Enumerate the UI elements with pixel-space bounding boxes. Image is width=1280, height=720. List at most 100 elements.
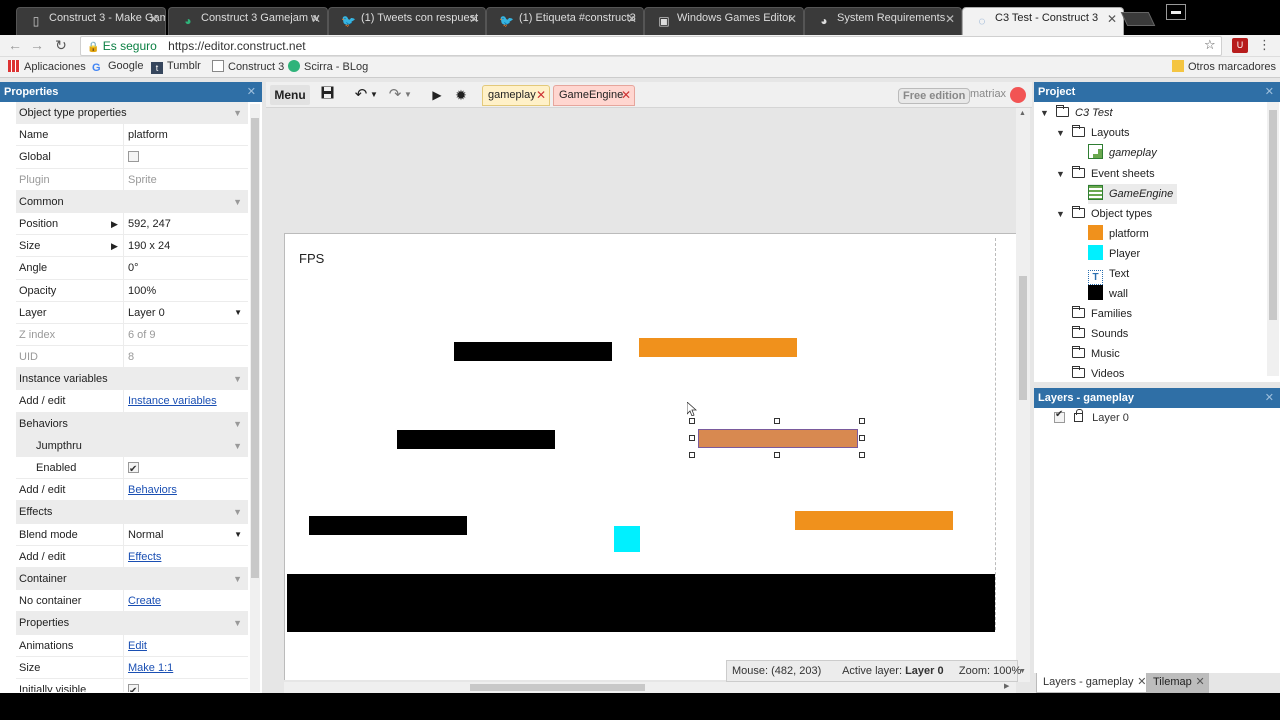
platform-object[interactable] — [795, 511, 953, 530]
wall-object[interactable] — [454, 342, 612, 361]
layout-canvas[interactable]: FPS — [284, 233, 1016, 680]
tree-item-object[interactable]: T Text — [1088, 264, 1129, 285]
fps-text-object[interactable]: FPS — [299, 251, 324, 266]
tree-folder-music[interactable]: Music — [1072, 344, 1120, 364]
collapse-chevron-icon[interactable]: ▼ — [233, 612, 242, 634]
close-icon[interactable]: ✕ — [627, 12, 637, 26]
property-row[interactable]: UID 8 — [16, 346, 248, 369]
browser-tab-active[interactable]: ◌ C3 Test - Construct 3 ✕ — [962, 7, 1124, 35]
tree-folder-videos[interactable]: Videos — [1072, 364, 1124, 378]
property-row[interactable]: Layer Layer 0 ▼ — [16, 301, 248, 324]
avatar[interactable] — [1010, 87, 1026, 103]
expand-arrow-icon[interactable]: ▼ — [1056, 164, 1065, 184]
expand-arrow-icon[interactable]: ▼ — [1040, 103, 1049, 123]
undo-icon[interactable]: ↶ — [352, 85, 370, 105]
close-icon[interactable]: ✕ — [1265, 82, 1274, 102]
property-link[interactable]: Instance variables — [128, 395, 217, 407]
property-link[interactable]: Make 1:1 — [128, 662, 173, 674]
collapse-chevron-icon[interactable]: ▼ — [233, 102, 242, 124]
resize-handle[interactable] — [859, 418, 865, 424]
browser-tab[interactable]: 🐦 (1) Tweets con respuest ✕ — [328, 7, 486, 35]
bookmark-star-icon[interactable]: ☆ — [1204, 37, 1216, 53]
property-row[interactable]: Z index 6 of 9 — [16, 323, 248, 347]
close-icon[interactable]: ✕ — [247, 82, 256, 102]
wall-object[interactable] — [397, 430, 555, 449]
property-value-cell[interactable]: Edit — [123, 634, 248, 657]
property-value-cell[interactable]: Make 1:1 — [123, 656, 248, 679]
property-row[interactable]: Angle 0° — [16, 257, 248, 280]
property-value-cell[interactable] — [123, 457, 248, 481]
tree-folder-layouts[interactable]: ▼ Layouts — [1056, 123, 1130, 143]
property-section[interactable]: Instance variables ▼ — [16, 368, 248, 391]
project-scrollbar[interactable] — [1267, 102, 1279, 376]
tree-item-object[interactable]: wall — [1088, 284, 1128, 304]
property-link[interactable]: Behaviors — [128, 484, 177, 496]
user-name[interactable]: matriax — [970, 88, 1006, 100]
property-value-cell[interactable]: Normal ▼ — [123, 523, 248, 546]
tab-tilemap[interactable]: Tilemap ✕ — [1146, 673, 1209, 693]
platform-object-selected[interactable] — [698, 429, 858, 448]
resize-handle[interactable] — [859, 435, 865, 441]
property-section[interactable]: Container ▼ — [16, 567, 248, 591]
bookmark-item[interactable]: G Google — [92, 60, 143, 74]
undo-dropdown-icon[interactable]: ▼ — [370, 85, 378, 105]
browser-tab[interactable]: ▯ Construct 3 - Make Gam ✕ — [16, 7, 166, 35]
property-value-cell[interactable]: 0° — [123, 257, 248, 280]
bookmark-item[interactable]: Scirra - BLog — [288, 60, 368, 73]
tree-folder-event-sheets[interactable]: ▼ Event sheets — [1056, 164, 1155, 184]
property-value-cell[interactable]: ▶ 592, 247 — [111, 212, 248, 235]
property-value-cell[interactable]: Layer 0 ▼ — [123, 301, 248, 324]
tree-item-layout[interactable]: gameplay — [1088, 143, 1157, 163]
property-section[interactable]: Effects ▼ — [16, 501, 248, 524]
dropdown-arrow-icon[interactable]: ▼ — [234, 302, 242, 324]
bookmark-item[interactable]: t Tumblr — [151, 60, 201, 74]
property-row[interactable]: Add / edit Instance variables — [16, 390, 248, 413]
property-value-cell[interactable]: Instance variables — [123, 390, 248, 413]
close-icon[interactable]: ✕ — [1107, 12, 1117, 26]
property-row[interactable]: No container Create — [16, 590, 248, 613]
layout-vertical-scrollbar[interactable]: ▲ ▼ — [1016, 108, 1030, 682]
property-section[interactable]: Jumpthru ▼ — [16, 434, 248, 457]
property-checkbox[interactable] — [128, 151, 139, 163]
back-icon[interactable]: ← — [6, 37, 24, 53]
tree-item-event-sheet[interactable]: GameEngine — [1088, 184, 1178, 204]
property-value-cell[interactable]: Create — [123, 590, 248, 613]
property-row[interactable]: Opacity 100% — [16, 279, 248, 302]
url-input[interactable]: 🔒 Es seguro https://editor.construct.net — [80, 36, 1222, 56]
resize-handle[interactable] — [774, 418, 780, 424]
expand-arrow-icon[interactable]: ▶ — [111, 235, 118, 257]
platform-object[interactable] — [639, 338, 797, 357]
lock-icon[interactable] — [1074, 409, 1084, 422]
expand-arrow-icon[interactable]: ▶ — [111, 213, 118, 235]
property-row[interactable]: Position ▶ 592, 247 — [16, 212, 248, 236]
other-bookmarks[interactable]: Otros marcadores — [1172, 60, 1276, 73]
collapse-chevron-icon[interactable]: ▼ — [233, 501, 242, 523]
property-link[interactable]: Edit — [128, 640, 147, 652]
resize-handle[interactable] — [774, 452, 780, 458]
browser-tab[interactable]: 🐦 (1) Etiqueta #construct3 ✕ — [486, 7, 644, 35]
redo-dropdown-icon[interactable]: ▼ — [404, 85, 412, 105]
close-icon[interactable]: ✕ — [311, 12, 321, 26]
browser-tab[interactable]: ◕ System Requirements - ✕ — [804, 7, 962, 35]
bookmark-item[interactable]: Aplicaciones — [8, 60, 86, 73]
bookmark-item[interactable]: Construct 3 — [212, 60, 284, 73]
property-row[interactable]: Add / edit Effects — [16, 545, 248, 568]
close-icon[interactable]: ✕ — [1196, 673, 1205, 691]
property-section[interactable]: Object type properties ▼ — [16, 102, 248, 125]
property-row[interactable]: Plugin Sprite — [16, 168, 248, 191]
property-row[interactable]: Add / edit Behaviors — [16, 479, 248, 502]
property-row[interactable]: Name platform — [16, 124, 248, 147]
tree-folder-sounds[interactable]: Sounds — [1072, 324, 1128, 344]
collapse-chevron-icon[interactable]: ▼ — [233, 435, 242, 457]
property-value-cell[interactable]: Sprite — [123, 168, 248, 191]
properties-scrollbar[interactable] — [250, 104, 260, 692]
browser-tab[interactable]: ◕ Construct 3 Gamejam w ✕ — [168, 7, 328, 35]
expand-arrow-icon[interactable]: ▼ — [1056, 204, 1065, 224]
scroll-up-icon[interactable]: ▲ — [1019, 110, 1026, 117]
property-row[interactable]: Size Make 1:1 — [16, 656, 248, 679]
property-value-cell[interactable]: Behaviors — [123, 479, 248, 502]
tab-layers[interactable]: Layers - gameplay ✕ — [1036, 673, 1151, 693]
save-icon[interactable] — [318, 85, 336, 105]
menu-kebab-icon[interactable]: ⋮ — [1258, 37, 1271, 53]
dropdown-arrow-icon[interactable]: ▼ — [234, 524, 242, 546]
